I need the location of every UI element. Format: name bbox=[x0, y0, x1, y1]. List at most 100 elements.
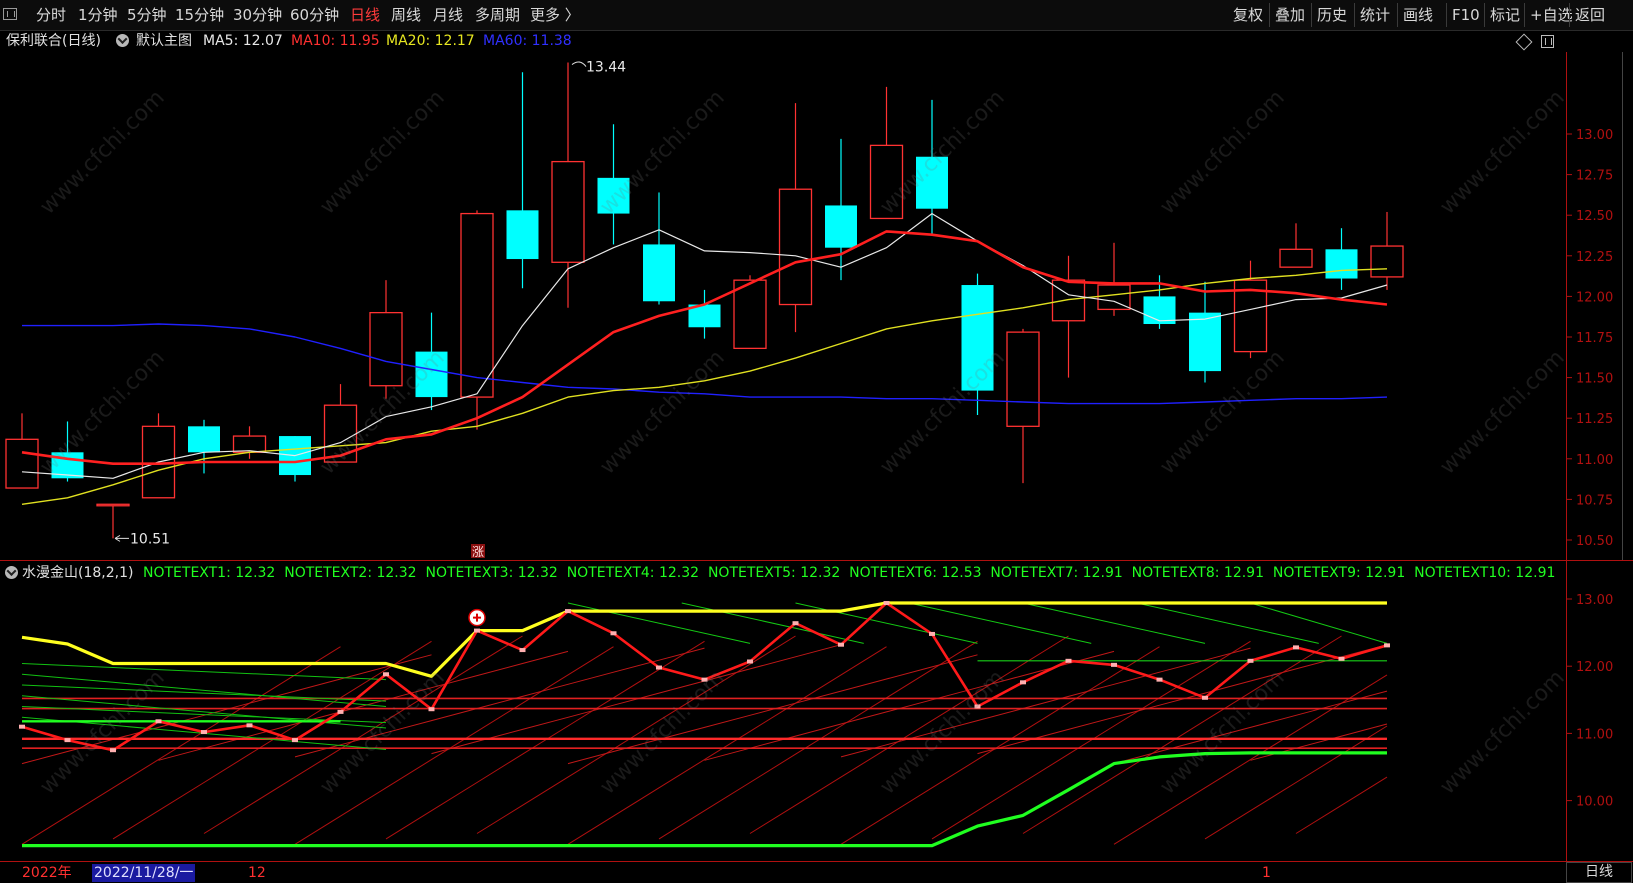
fan-line-red bbox=[1022, 635, 1342, 834]
high-arrow bbox=[571, 61, 587, 67]
red-point-marker bbox=[64, 738, 71, 743]
price-tick-label: 10.75 bbox=[1576, 493, 1613, 508]
main-chart-header: 保利联合(日线) 默认主图 MA5: 12.07 MA10: 11.95 MA2… bbox=[0, 30, 1560, 52]
red-point-marker bbox=[383, 672, 389, 677]
candle-body-up bbox=[1051, 279, 1086, 322]
red-point-marker bbox=[428, 707, 435, 712]
candle-body-up bbox=[1006, 331, 1040, 427]
fan-line-green bbox=[1136, 602, 1319, 644]
fan-line-green bbox=[909, 602, 1092, 644]
yellow-line bbox=[21, 601, 1387, 678]
ma5-label: MA5: 12.07 bbox=[203, 33, 283, 49]
stock-title: 保利联合(日线) bbox=[6, 33, 101, 49]
fan-line-red bbox=[476, 635, 796, 834]
fan-line-red bbox=[749, 635, 1069, 834]
fan-line-red bbox=[1250, 723, 1388, 761]
price-tick-label: 11.50 bbox=[1576, 372, 1613, 387]
red-point-marker bbox=[929, 631, 935, 636]
price-tick-label: 12.00 bbox=[1576, 290, 1613, 305]
price-tick-label: 12.75 bbox=[1576, 169, 1613, 184]
date-axis bbox=[0, 862, 1560, 883]
fan-line-red bbox=[21, 646, 341, 845]
ind-tick-label: 12.00 bbox=[1576, 660, 1613, 675]
red-point-marker bbox=[155, 719, 162, 724]
fan-line-red bbox=[840, 647, 1251, 758]
ma60-label: MA60: 11.38 bbox=[483, 33, 572, 49]
fan-line-green bbox=[21, 695, 387, 729]
month-label-dec: 12 bbox=[248, 865, 266, 881]
ma10-line bbox=[21, 230, 1388, 466]
red-point-marker bbox=[246, 723, 253, 728]
candle-body-up bbox=[369, 311, 403, 387]
low-arrow bbox=[114, 534, 129, 542]
candle-body-up bbox=[778, 188, 813, 306]
fan-line-green bbox=[21, 673, 387, 707]
candle-body-up bbox=[733, 279, 767, 350]
red-point-marker bbox=[838, 642, 844, 647]
price-tick-label: 11.75 bbox=[1576, 331, 1613, 346]
red-point-marker bbox=[19, 724, 25, 729]
red-point-marker bbox=[201, 730, 207, 735]
month-label-jan: 1 bbox=[1262, 865, 1271, 881]
ma20-label: MA20: 12.17 bbox=[386, 33, 475, 49]
fan-line-red bbox=[1295, 776, 1388, 834]
candle-body-up bbox=[96, 503, 130, 507]
indicator-header: 水漫金山(18,2,1) NOTETEXT1: 12.32 NOTETEXT2:… bbox=[0, 562, 1560, 584]
price-tick-label: 10.50 bbox=[1576, 534, 1613, 549]
red-point-marker bbox=[292, 738, 298, 743]
candle-body-down bbox=[1189, 312, 1221, 372]
ind-tick-label: 10.00 bbox=[1576, 795, 1613, 810]
kline-chart[interactable]: 13.00 12.75 12.50 12.25 12.00 11.75 11.50 11.25… bbox=[0, 0, 1633, 883]
low-price-label: 10.51 bbox=[130, 531, 170, 547]
candle-body-down bbox=[506, 210, 539, 260]
price-tick-label: 13.00 bbox=[1576, 128, 1613, 143]
cursor-date: 2022/11/28/一 bbox=[92, 864, 196, 882]
red-point-marker bbox=[110, 748, 116, 753]
fan-line-red bbox=[1204, 725, 1388, 840]
indicator-name[interactable]: 水漫金山(18,2,1) bbox=[22, 562, 133, 584]
candle-body-up bbox=[5, 438, 39, 489]
red-point-marker bbox=[792, 621, 799, 626]
fan-line-green bbox=[681, 602, 864, 644]
red-point-marker bbox=[337, 709, 344, 714]
red-point-marker bbox=[519, 648, 526, 653]
candle-body-down bbox=[825, 205, 857, 248]
template-name[interactable]: 默认主图 bbox=[136, 30, 192, 52]
ind-tick-label: 11.00 bbox=[1576, 727, 1613, 742]
year-label: 2022年 bbox=[22, 865, 72, 881]
red-point-marker bbox=[1247, 658, 1254, 663]
price-tick-label: 12.50 bbox=[1576, 209, 1613, 224]
red-point-marker bbox=[1338, 656, 1345, 661]
fan-line-red bbox=[567, 646, 887, 845]
price-tick-label: 11.00 bbox=[1576, 453, 1613, 468]
rise-marker: 涨 bbox=[472, 544, 484, 559]
candle-body-up bbox=[551, 160, 585, 263]
red-point-marker bbox=[883, 601, 890, 606]
template-dropdown-icon[interactable] bbox=[116, 34, 129, 47]
red-point-marker bbox=[565, 609, 571, 614]
fan-line-green bbox=[21, 663, 387, 681]
red-point-marker bbox=[610, 631, 617, 636]
candle-body-down bbox=[643, 244, 675, 302]
period-button[interactable]: 日线 bbox=[1566, 862, 1632, 883]
candle-body-up bbox=[1370, 245, 1404, 278]
red-point-marker bbox=[1111, 662, 1117, 667]
red-point-marker bbox=[1202, 695, 1208, 700]
indicator-notes: NOTETEXT1: 12.32 NOTETEXT2: 12.32 NOTETE… bbox=[143, 565, 1556, 581]
fan-line-green bbox=[1250, 602, 1388, 644]
red-point-marker bbox=[1020, 680, 1026, 685]
candle-body-down bbox=[188, 426, 220, 453]
red-point-marker bbox=[656, 665, 662, 670]
candle-body-up bbox=[232, 435, 267, 453]
panel-toggle-icon[interactable] bbox=[1541, 35, 1554, 48]
high-price-label: 13.44 bbox=[586, 60, 626, 76]
ind-tick-label: 13.00 bbox=[1576, 593, 1613, 608]
candle-body-up bbox=[1279, 248, 1313, 268]
price-tick-label: 11.25 bbox=[1576, 412, 1613, 427]
red-point-marker bbox=[474, 628, 480, 633]
indicator-dropdown-icon[interactable] bbox=[5, 566, 18, 579]
red-point-marker bbox=[1293, 645, 1299, 650]
red-point-marker bbox=[1384, 643, 1390, 648]
fan-line-green bbox=[1022, 602, 1206, 644]
ma10-label: MA10: 11.95 bbox=[291, 33, 380, 49]
